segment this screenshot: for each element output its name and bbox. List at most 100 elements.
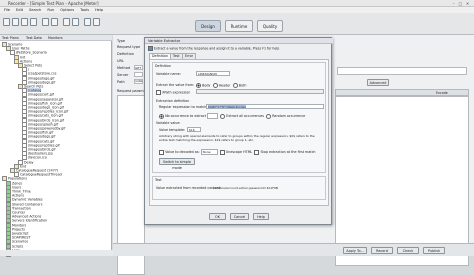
test-group-label: Test [155, 178, 162, 182]
record-button[interactable]: Record [371, 247, 393, 254]
undo-icon[interactable] [42, 18, 49, 26]
menu-item-options[interactable]: Options [60, 8, 74, 12]
status-bar [0, 250, 113, 256]
menu-items: File Edit Search Run Options Tools Help [4, 8, 109, 12]
xpath-label: XPath expression [162, 90, 191, 95]
switch-mode-button[interactable]: Switch to simple mode [159, 158, 195, 170]
test-value-label: Value extracted from recorded content: [156, 186, 222, 190]
variable-name-input[interactable]: LINKSIGNON [196, 71, 230, 76]
variable-extractor-dialog: Variable Extractor Extract a value from … [144, 37, 333, 225]
tab-test-data[interactable]: Test Data [26, 36, 42, 40]
redo-icon[interactable] [51, 18, 58, 26]
info-icon [148, 46, 153, 51]
definition-group: Definition Variable name: LINKSIGNON Ext… [152, 62, 326, 173]
params-grid[interactable] [335, 96, 469, 266]
body-radio[interactable] [196, 83, 201, 88]
header-radio[interactable] [212, 83, 218, 88]
random-radio[interactable] [266, 113, 272, 119]
open-project-icon[interactable] [12, 18, 19, 26]
extract-all-radio[interactable] [220, 113, 226, 119]
start-recording-icon[interactable] [63, 18, 70, 26]
stop-extraction-label: Stop extraction at the first match [260, 150, 316, 154]
advanced-button[interactable]: Advanced [367, 79, 389, 86]
template-input[interactable]: $1$ [187, 127, 201, 132]
decode-label: Value to decoded as: [165, 150, 200, 154]
save-as-icon[interactable] [30, 18, 37, 26]
test-group: Test Value extracted from recorded conte… [152, 176, 326, 200]
method-field[interactable]: GET [134, 65, 143, 70]
regex-input[interactable]: href="(.*?)">Sign In</a> [206, 104, 324, 109]
tab-test-plans[interactable]: Test Plans [2, 36, 19, 40]
path-field[interactable]: /catalog [134, 79, 143, 84]
decode-checkbox[interactable] [159, 149, 164, 155]
decode-row: Value to decoded as: None Unescape HTML … [159, 149, 315, 155]
server-label: Server [117, 73, 129, 77]
both-label: Both [238, 83, 247, 88]
menu-item-help[interactable]: Help [95, 8, 103, 12]
template-label: Value template: [159, 128, 186, 132]
close-button[interactable]: ✕ [465, 1, 470, 6]
variable-name-label: Variable name: [156, 72, 181, 76]
xpath-checkbox[interactable] [156, 90, 161, 95]
menu-item-edit[interactable]: Edit [16, 8, 23, 12]
publish-button[interactable]: Publish [423, 247, 445, 254]
decode-select[interactable]: None [200, 149, 218, 155]
random-label: Random occurrence [272, 114, 306, 118]
html-label: Unescape HTML [225, 150, 253, 154]
xpath-option: XPath expression [156, 90, 190, 95]
check-button[interactable]: Check [397, 247, 419, 254]
left-panel: Test Plans Test Data Monitors Scenario Us… [0, 35, 112, 257]
tab-quality[interactable]: Quality [257, 20, 283, 32]
variable-value-label: Variable value: [156, 121, 181, 125]
occurrence-spinner[interactable] [207, 113, 219, 119]
body-label: Body [202, 83, 211, 88]
left-tabs: Test Plans Test Data Monitors [0, 35, 112, 41]
menu-item-tools[interactable]: Tools [80, 8, 89, 12]
request-type-label: Request type [117, 45, 141, 49]
stop-test-icon[interactable] [93, 18, 100, 26]
cancel-button[interactable]: Cancel [230, 213, 249, 220]
extract-from-options: Body Header Both [196, 83, 246, 88]
tab-monitors[interactable]: Monitors [48, 36, 63, 40]
ok-button[interactable]: OK [209, 213, 226, 220]
menu-item-run[interactable]: Run [47, 8, 54, 12]
definition-label: Definition [117, 52, 134, 56]
maximize-button[interactable]: □ [458, 1, 463, 6]
url-field[interactable] [337, 67, 467, 75]
definition-panel: Definition Variable name: LINKSIGNON Ext… [149, 59, 329, 206]
menu-item-search[interactable]: Search [29, 8, 41, 12]
help-button[interactable]: Help [253, 213, 269, 220]
stop-recording-icon[interactable] [72, 18, 79, 26]
table-header: Encode [335, 89, 469, 96]
nb-occurrence-radio[interactable] [159, 113, 164, 119]
new-project-icon[interactable] [3, 18, 10, 26]
run-test-icon[interactable] [84, 18, 91, 26]
nb-occurrence-label: Nb occurrence to extract [165, 114, 207, 118]
save-project-icon[interactable] [21, 18, 28, 26]
menu-item-file[interactable]: File [4, 8, 10, 12]
template-help: Arbitrary string with special elements t… [159, 134, 315, 142]
url-label: URL [117, 59, 124, 63]
tab-design[interactable]: Design [195, 20, 221, 32]
minimize-button[interactable]: – [451, 1, 456, 6]
test-value: /actions/Account.action;jsessionid=3A1F9… [213, 186, 278, 190]
window-titlebar: Recorder - [Simple Test Plan - Apache JM… [0, 0, 474, 7]
both-radio[interactable] [232, 83, 238, 88]
definition-group-label: Definition [155, 64, 171, 68]
apply-to-button[interactable]: Apply To... [343, 247, 367, 254]
type-label: Type [117, 39, 126, 43]
dialog-description: Extract a value from the response and as… [148, 46, 330, 51]
occurrence-options: Nb occurrence to extract Extract all occ… [159, 113, 305, 119]
bottom-toolbar: Apply To... Record Check Publish [113, 243, 474, 256]
regex-value: href="(.*?)">Sign In</a> [208, 105, 247, 109]
main-toolbar: Design Runtime Quality [0, 13, 474, 35]
html-checkbox[interactable] [219, 149, 225, 155]
tab-runtime[interactable]: Runtime [225, 20, 253, 32]
description-text: Extract a value from the response and as… [154, 46, 280, 51]
extract-from-label: Extract the value from: [156, 83, 195, 87]
stop-extraction-checkbox[interactable] [254, 149, 260, 155]
xpath-input[interactable] [196, 89, 324, 94]
method-label: Method [117, 66, 131, 70]
server-field[interactable] [134, 72, 143, 77]
path-label: Path [117, 80, 125, 84]
